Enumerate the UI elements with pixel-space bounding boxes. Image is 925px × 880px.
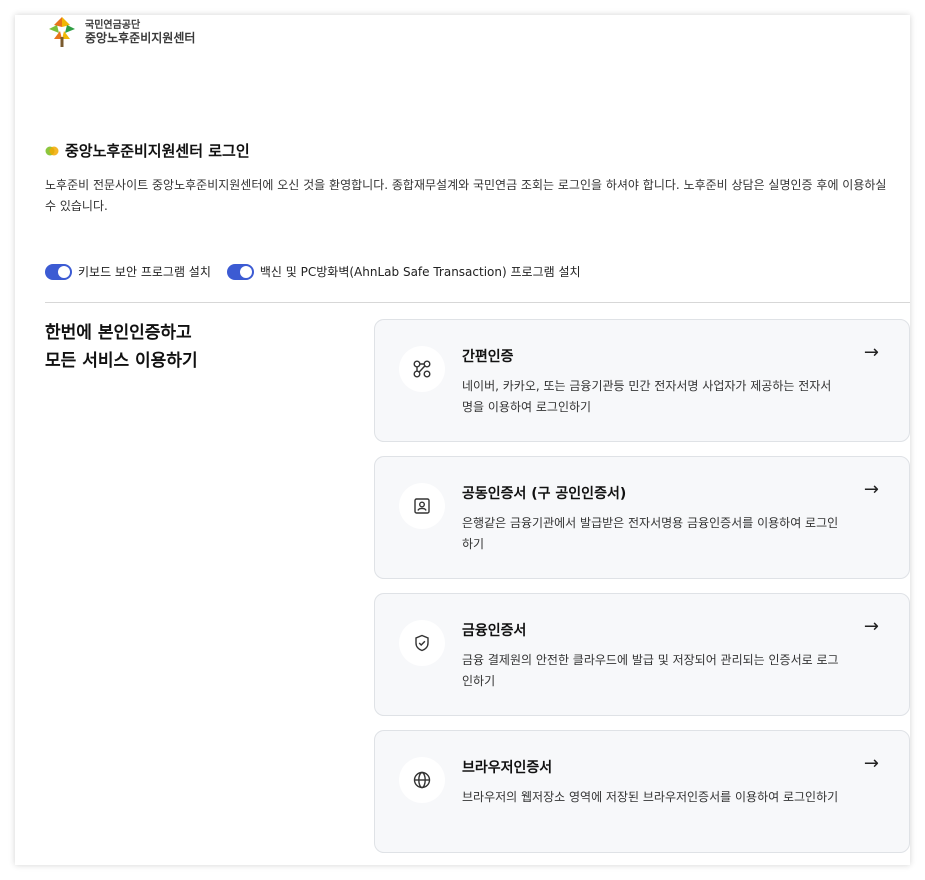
- toggle-switch[interactable]: [226, 263, 254, 280]
- card-title: 공동인증서 (구 공인인증서): [462, 486, 627, 502]
- card-description: 네이버, 카카오, 또는 금융기관등 민간 전자서명 사업자가 제공하는 전자서…: [462, 379, 832, 414]
- shield-check-icon: [415, 634, 429, 652]
- page-description: 노후준비 전문사이트 중앙노후준비지원센터에 오신 것을 환영합니다. 종합재무…: [45, 178, 887, 213]
- card-title: 간편인증: [462, 349, 514, 365]
- globe-icon: [413, 771, 431, 789]
- card-description: 은행같은 금융기관에서 발급받은 전자서명용 금융인증서를 이용하여 로그인하기: [462, 516, 839, 551]
- card-browser-certificate[interactable]: 브라우저인증서 브라우저의 웹저장소 영역에 저장된 브라우저인증서를 이용하여…: [374, 730, 910, 853]
- logo[interactable]: 국민연금공단 중앙노후준비지원센터: [45, 15, 195, 49]
- card-title: 브라우저인증서: [462, 760, 553, 776]
- toggle-antivirus-firewall[interactable]: 백신 및 PC방화벽(AhnLab Safe Transaction) 프로그램…: [226, 263, 581, 280]
- card-icon-wrap: [399, 757, 445, 803]
- logo-org-line2: 중앙노후준비지원센터: [85, 31, 196, 45]
- toggle-label: 백신 및 PC방화벽(AhnLab Safe Transaction) 프로그램…: [259, 265, 581, 279]
- card-icon-wrap: [399, 620, 445, 666]
- card-joint-certificate[interactable]: 공동인증서 (구 공인인증서) 은행같은 금융기관에서 발급받은 전자서명용 금…: [374, 456, 910, 579]
- arrow-right-icon[interactable]: →: [864, 616, 879, 637]
- toggle-switch[interactable]: [45, 263, 72, 280]
- page-title-row: 중앙노후준비지원센터 로그인: [45, 140, 250, 161]
- card-description: 금융 결제원의 안전한 클라우드에 발급 및 저장되어 관리되는 인증서로 로그…: [462, 653, 839, 688]
- arrow-right-icon[interactable]: →: [864, 479, 879, 500]
- card-financial-certificate[interactable]: 금융인증서 금융 결제원의 안전한 클라우드에 발급 및 저장되어 관리되는 인…: [374, 593, 910, 716]
- page-title: 중앙노후준비지원센터 로그인: [65, 142, 250, 160]
- auth-section-heading: 한번에 본인인증하고 모든 서비스 이용하기: [45, 319, 198, 375]
- card-title: 금융인증서: [462, 623, 527, 639]
- toggle-label: 키보드 보안 프로그램 설치: [78, 265, 211, 279]
- logo-tree-icon: [49, 17, 75, 47]
- heading-line1: 한번에 본인인증하고: [45, 323, 192, 343]
- link-icon: [413, 360, 431, 378]
- card-icon-wrap: [399, 483, 445, 529]
- card-description: 브라우저의 웹저장소 영역에 저장된 브라우저인증서를 이용하여 로그인하기: [462, 790, 839, 804]
- arrow-right-icon[interactable]: →: [864, 342, 879, 363]
- card-icon-wrap: [399, 346, 445, 392]
- id-card-icon: [414, 498, 430, 514]
- title-bullet-icon: [45, 146, 59, 155]
- section-divider: [45, 302, 910, 303]
- card-simple-auth[interactable]: 간편인증 네이버, 카카오, 또는 금융기관등 민간 전자서명 사업자가 제공하…: [374, 319, 910, 442]
- arrow-right-icon[interactable]: →: [864, 753, 879, 774]
- page-frame: 국민연금공단 중앙노후준비지원센터 중앙노후준비지원센터 로그인 노후준비 전문…: [15, 15, 910, 865]
- auth-method-list: 간편인증 네이버, 카카오, 또는 금융기관등 민간 전자서명 사업자가 제공하…: [374, 319, 910, 865]
- heading-line2: 모든 서비스 이용하기: [45, 351, 198, 371]
- security-toggles: 키보드 보안 프로그램 설치 백신 및 PC방화벽(AhnLab Safe Tr…: [45, 263, 597, 280]
- toggle-keyboard-security[interactable]: 키보드 보안 프로그램 설치: [45, 263, 211, 280]
